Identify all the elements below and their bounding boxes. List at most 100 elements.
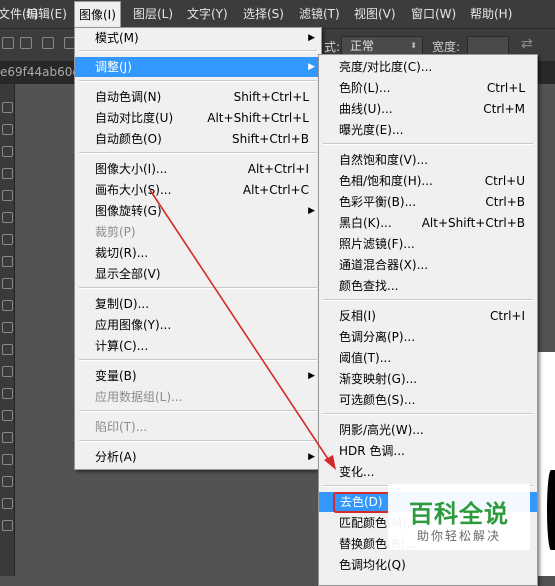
menu-select[interactable]: 选择(S): [243, 0, 284, 28]
submenu-arrow-icon: ▶: [308, 452, 315, 462]
adjust-vibrance[interactable]: 自然饱和度(V)...: [319, 150, 537, 170]
marquee-new-selection-icon[interactable]: [2, 37, 14, 49]
menu-item-label: 调整(J): [95, 60, 132, 74]
dodge-tool-icon[interactable]: [2, 388, 13, 399]
adjust-threshold[interactable]: 阈值(T)...: [319, 348, 537, 368]
image-menu-auto-color[interactable]: 自动颜色(O) Shift+Ctrl+B: [75, 129, 321, 149]
adjust-brightness-contrast[interactable]: 亮度/对比度(C)...: [319, 57, 537, 77]
select-arrows-icon: ⬍: [410, 41, 417, 50]
image-menu-auto-tone[interactable]: 自动色调(N) Shift+Ctrl+L: [75, 87, 321, 107]
brush-tool-icon[interactable]: [2, 256, 13, 267]
image-menu-trim[interactable]: 裁切(R)...: [75, 243, 321, 263]
history-brush-tool-icon[interactable]: [2, 300, 13, 311]
menu-window[interactable]: 窗口(W): [411, 0, 456, 28]
image-menu-variables[interactable]: 变量(B) ▶: [75, 366, 321, 386]
image-menu-reveal-all[interactable]: 显示全部(V): [75, 264, 321, 284]
eyedropper-tool-icon[interactable]: [2, 212, 13, 223]
adjust-channel-mixer[interactable]: 通道混合器(X)...: [319, 255, 537, 275]
menu-item-shortcut: Ctrl+B: [485, 195, 525, 209]
style-label: 式:: [324, 40, 341, 54]
menu-item-label: 照片滤镜(F)...: [339, 237, 415, 251]
adjust-equalize[interactable]: 色调均化(Q): [319, 555, 537, 575]
menu-help[interactable]: 帮助(H): [470, 0, 512, 28]
menu-item-shortcut: Alt+Shift+Ctrl+L: [207, 111, 309, 125]
lasso-tool-icon[interactable]: [2, 146, 13, 157]
image-menu-canvas-size[interactable]: 画布大小(S)... Alt+Ctrl+C: [75, 180, 321, 200]
width-input[interactable]: [467, 36, 509, 56]
submenu-arrow-icon: ▶: [308, 371, 315, 381]
adjust-black-white[interactable]: 黑白(K)... Alt+Shift+Ctrl+B: [319, 213, 537, 233]
marquee-add-selection-icon[interactable]: [20, 37, 32, 49]
image-menu-duplicate[interactable]: 复制(D)...: [75, 294, 321, 314]
adjust-variations[interactable]: 变化...: [319, 462, 537, 482]
menu-item-label: 自动颜色(O): [95, 132, 162, 146]
image-menu-rotation[interactable]: 图像旋转(G) ▶: [75, 201, 321, 221]
menu-type[interactable]: 文字(Y): [187, 0, 228, 28]
move-tool-icon[interactable]: [2, 102, 13, 113]
adjust-color-lookup[interactable]: 颜色查找...: [319, 276, 537, 296]
eraser-tool-icon[interactable]: [2, 322, 13, 333]
menu-image[interactable]: 图像(I): [74, 1, 121, 29]
adjust-gradient-map[interactable]: 渐变映射(G)...: [319, 369, 537, 389]
menu-view[interactable]: 视图(V): [354, 0, 396, 28]
adjust-hue-saturation[interactable]: 色相/饱和度(H)... Ctrl+U: [319, 171, 537, 191]
menu-item-label: 画布大小(S)...: [95, 183, 172, 197]
shape-tool-icon[interactable]: [2, 476, 13, 487]
menu-item-label: 可选颜色(S)...: [339, 393, 416, 407]
menu-item-label: 去色(D): [333, 492, 390, 513]
watermark-title: 百科全说: [409, 500, 509, 528]
swap-icon[interactable]: ⇄: [521, 36, 533, 52]
image-menu-calculations[interactable]: 计算(C)...: [75, 336, 321, 356]
menu-item-label: 显示全部(V): [95, 267, 161, 281]
adjust-color-balance[interactable]: 色彩平衡(B)... Ctrl+B: [319, 192, 537, 212]
menu-item-shortcut: Alt+Shift+Ctrl+B: [421, 216, 525, 230]
blur-tool-icon[interactable]: [2, 366, 13, 377]
menu-separator: [79, 152, 317, 154]
marquee-subtract-selection-icon[interactable]: [42, 37, 54, 49]
menu-item-label: HDR 色调...: [339, 444, 405, 458]
menu-item-shortcut: Ctrl+L: [486, 81, 525, 95]
submenu-arrow-icon: ▶: [308, 206, 315, 216]
image-menu-apply-image[interactable]: 应用图像(Y)...: [75, 315, 321, 335]
adjust-curves[interactable]: 曲线(U)... Ctrl+M: [319, 99, 537, 119]
healing-tool-icon[interactable]: [2, 234, 13, 245]
image-menu-image-size[interactable]: 图像大小(I)... Alt+Ctrl+I: [75, 159, 321, 179]
adjust-posterize[interactable]: 色调分离(P)...: [319, 327, 537, 347]
menu-filter[interactable]: 滤镜(T): [299, 0, 340, 28]
adjust-shadows-highlights[interactable]: 阴影/高光(W)...: [319, 420, 537, 440]
menu-layer[interactable]: 图层(L): [133, 0, 173, 28]
marquee-tool-icon[interactable]: [2, 124, 13, 135]
path-select-tool-icon[interactable]: [2, 454, 13, 465]
style-select-value: 正常: [350, 39, 375, 53]
hand-tool-icon[interactable]: [2, 498, 13, 509]
image-menu-auto-contrast[interactable]: 自动对比度(U) Alt+Shift+Ctrl+L: [75, 108, 321, 128]
image-menu-analysis[interactable]: 分析(A) ▶: [75, 447, 321, 467]
style-select[interactable]: 正常 ⬍: [341, 36, 423, 56]
crop-tool-icon[interactable]: [2, 190, 13, 201]
menu-item-shortcut: Ctrl+I: [490, 309, 525, 323]
menu-item-label: 色相/饱和度(H)...: [339, 174, 433, 188]
image-menu-apply-data-set: 应用数据组(L)...: [75, 387, 321, 407]
adjust-exposure[interactable]: 曝光度(E)...: [319, 120, 537, 140]
menu-item-label: 裁剪(P): [95, 225, 136, 239]
adjust-hdr-toning[interactable]: HDR 色调...: [319, 441, 537, 461]
menu-item-label: 自动对比度(U): [95, 111, 174, 125]
image-menu-mode[interactable]: 模式(M) ▶: [75, 28, 321, 48]
adjust-levels[interactable]: 色阶(L)... Ctrl+L: [319, 78, 537, 98]
menu-item-label: 应用数据组(L)...: [95, 390, 183, 404]
menu-bar: 文件(F) 编辑(E) 图像(I) 图层(L) 文字(Y) 选择(S) 滤镜(T…: [0, 0, 555, 29]
adjust-selective-color[interactable]: 可选颜色(S)...: [319, 390, 537, 410]
menu-edit[interactable]: 编辑(E): [26, 0, 67, 28]
image-menu-adjustments[interactable]: 调整(J) ▶: [75, 57, 321, 77]
zoom-tool-icon[interactable]: [2, 520, 13, 531]
quick-select-tool-icon[interactable]: [2, 168, 13, 179]
pen-tool-icon[interactable]: [2, 410, 13, 421]
clone-stamp-tool-icon[interactable]: [2, 278, 13, 289]
gradient-tool-icon[interactable]: [2, 344, 13, 355]
menu-item-label: 通道混合器(X)...: [339, 258, 429, 272]
adjust-invert[interactable]: 反相(I) Ctrl+I: [319, 306, 537, 326]
adjust-photo-filter[interactable]: 照片滤镜(F)...: [319, 234, 537, 254]
menu-item-label: 图像大小(I)...: [95, 162, 168, 176]
type-tool-icon[interactable]: [2, 432, 13, 443]
document-tab-title[interactable]: e69f44ab60e: [0, 65, 80, 79]
